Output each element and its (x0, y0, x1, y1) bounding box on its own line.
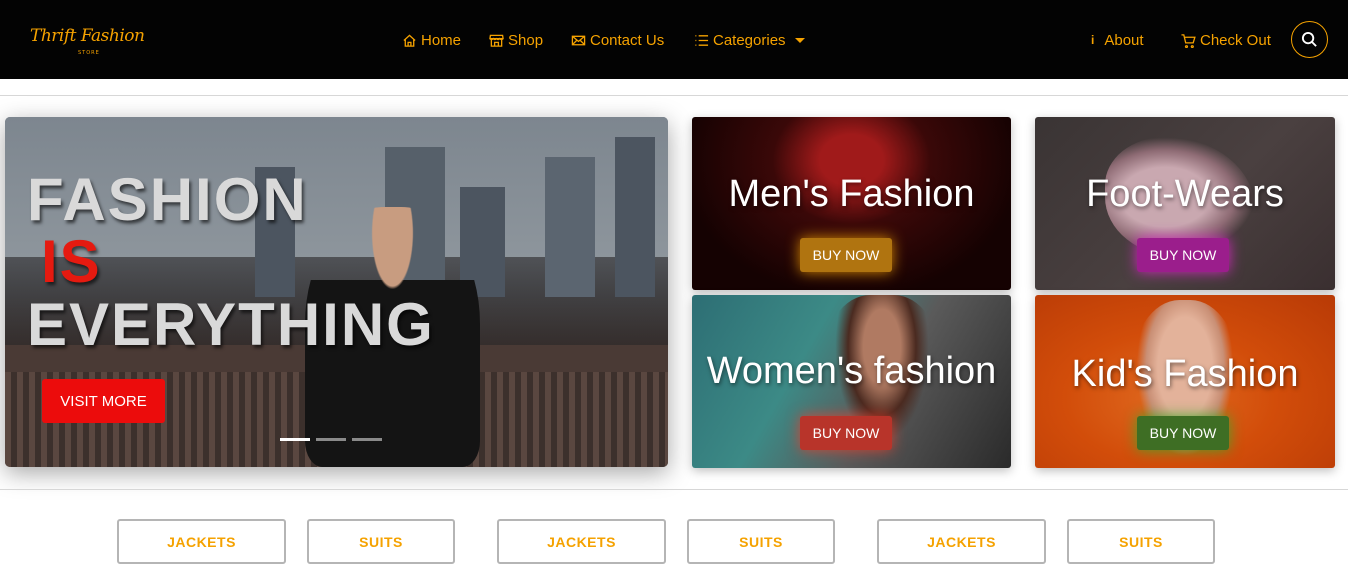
hero-background-building (545, 157, 595, 297)
footwear-buy-now-button[interactable]: BUY NOW (1137, 238, 1229, 272)
section-divider-bottom (0, 489, 1348, 490)
hero-title-line3: EVERYTHING (27, 291, 435, 358)
top-navbar: Thrift Fashion STORE Home Shop Contact U… (0, 0, 1348, 79)
carousel-indicator-3[interactable] (352, 438, 382, 441)
carousel-indicator-1[interactable] (280, 438, 310, 441)
nav-home-link[interactable]: Home (402, 30, 461, 50)
nav-checkout-label: Check Out (1200, 31, 1271, 49)
womens-buy-now-button[interactable]: BUY NOW (800, 416, 892, 450)
category-button-jackets[interactable]: JACKETS (497, 519, 666, 564)
footwear-card[interactable]: Foot-Wears BUY NOW (1035, 117, 1335, 290)
nav-about-label: About (1104, 31, 1144, 49)
hero-title-line2: IS (41, 228, 102, 295)
brand-logo-subtext: STORE (78, 50, 100, 56)
category-button-jackets[interactable]: JACKETS (117, 519, 286, 564)
category-button-suits[interactable]: SUITS (1067, 519, 1215, 564)
nav-checkout-link[interactable]: Check Out (1181, 30, 1271, 50)
category-button-jackets[interactable]: JACKETS (877, 519, 1046, 564)
nav-contact-link[interactable]: Contact Us (571, 30, 664, 50)
category-button-suits[interactable]: SUITS (687, 519, 835, 564)
hero-carousel: FASHION IS EVERYTHING VISIT MORE (5, 117, 668, 467)
nav-categories-dropdown[interactable]: Categories (694, 30, 805, 50)
visit-more-button[interactable]: VISIT MORE (42, 379, 165, 423)
caret-down-icon (794, 37, 805, 43)
nav-shop-link[interactable]: Shop (489, 30, 543, 50)
section-divider-top (0, 95, 1348, 96)
brand-logo-text: Thrift Fashion (30, 26, 145, 46)
kids-buy-now-button[interactable]: BUY NOW (1137, 416, 1229, 450)
mens-fashion-title: Men's Fashion (728, 173, 975, 215)
list-icon (695, 34, 709, 46)
envelope-icon (571, 35, 586, 45)
womens-fashion-title: Women's fashion (706, 350, 997, 392)
search-button[interactable] (1291, 21, 1328, 58)
nav-about-link[interactable]: i About (1091, 30, 1144, 50)
nav-home-label: Home (421, 31, 462, 49)
nav-categories-label: Categories (713, 31, 786, 49)
nav-contact-label: Contact Us (590, 31, 665, 49)
info-icon: i (1091, 33, 1095, 47)
category-button-suits[interactable]: SUITS (307, 519, 455, 564)
kids-fashion-title: Kid's Fashion (1071, 353, 1299, 395)
mens-buy-now-button[interactable]: BUY NOW (800, 238, 892, 272)
nav-shop-label: Shop (508, 31, 544, 49)
footwear-title: Foot-Wears (1086, 173, 1284, 215)
hero-title-line1: FASHION (27, 166, 308, 233)
home-icon (403, 33, 416, 47)
brand-logo[interactable]: Thrift Fashion STORE (30, 26, 145, 56)
carousel-indicator-2[interactable] (316, 438, 346, 441)
womens-fashion-card[interactable]: Women's fashion BUY NOW (692, 295, 1011, 468)
hero-background-building (615, 137, 655, 297)
kids-fashion-card[interactable]: Kid's Fashion BUY NOW (1035, 295, 1335, 468)
mens-fashion-card[interactable]: Men's Fashion BUY NOW (692, 117, 1011, 290)
cart-icon (1181, 33, 1196, 48)
shop-icon (489, 34, 504, 47)
search-icon (1301, 31, 1317, 47)
